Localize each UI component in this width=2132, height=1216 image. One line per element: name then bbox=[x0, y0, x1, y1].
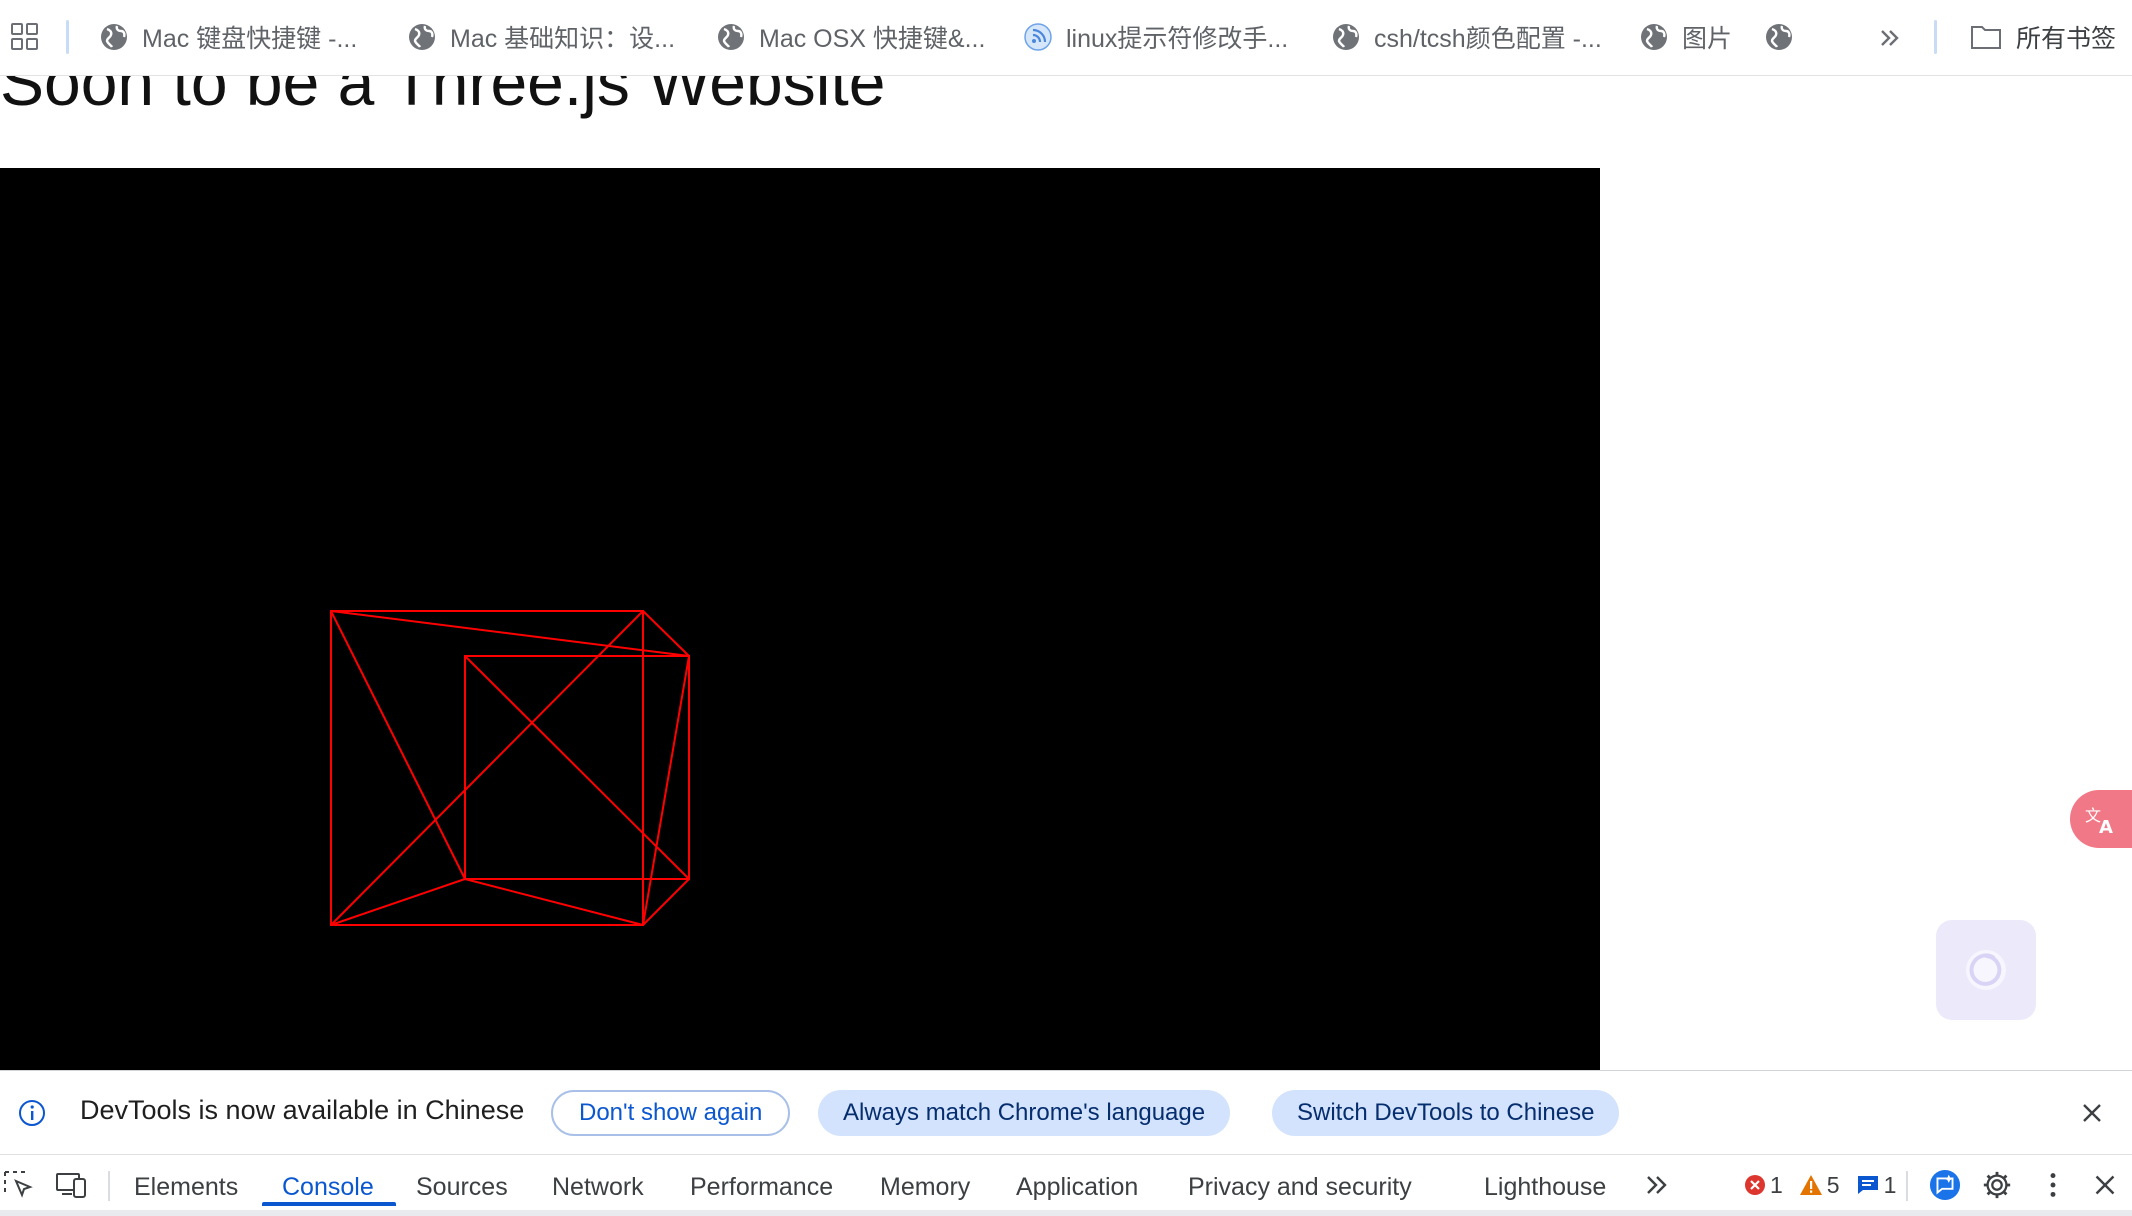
device-toolbar-icon[interactable] bbox=[54, 1169, 88, 1201]
dont-show-again-button[interactable]: Don't show again bbox=[551, 1090, 791, 1136]
globe-icon bbox=[1333, 24, 1359, 50]
bookmark-label: Mac 键盘快捷键 -... bbox=[142, 25, 358, 53]
close-icon[interactable] bbox=[2078, 1099, 2106, 1127]
bookmark-label: 图片 bbox=[1682, 25, 1733, 53]
bookmark-label: Mac 基础知识：设... bbox=[450, 25, 676, 53]
error-icon bbox=[1745, 1175, 1765, 1195]
infobar-message: DevTools is now available in Chinese bbox=[80, 1095, 525, 1125]
rss-icon bbox=[1024, 23, 1052, 51]
translate-button[interactable]: 文 A bbox=[2070, 790, 2132, 848]
active-tab-indicator bbox=[262, 1202, 396, 1206]
bookmarks-overflow-chevron-icon[interactable] bbox=[1876, 24, 1904, 52]
translate-icon: 文 A bbox=[2085, 806, 2113, 838]
globe-icon bbox=[1641, 24, 1667, 50]
globe-icon bbox=[1766, 24, 1792, 50]
wireframe-cube-render bbox=[330, 610, 690, 926]
message-icon bbox=[1857, 1176, 1878, 1194]
tab-application[interactable]: Application bbox=[1016, 1167, 1138, 1207]
tab-lighthouse[interactable]: Lighthouse bbox=[1484, 1167, 1606, 1207]
tab-console[interactable]: Console bbox=[282, 1167, 374, 1207]
tab-network[interactable]: Network bbox=[552, 1167, 644, 1207]
folder-icon bbox=[1971, 26, 2001, 49]
threejs-canvas[interactable] bbox=[0, 168, 1600, 1070]
bookmark-item[interactable]: linux提示符修改手... bbox=[1024, 18, 1288, 56]
globe-icon bbox=[101, 24, 127, 50]
bookmarks-separator bbox=[1934, 20, 1937, 54]
ai-assistance-icon[interactable] bbox=[1928, 1169, 1962, 1201]
issue-counters[interactable]: 1 5 1 bbox=[1744, 1169, 1912, 1201]
all-bookmarks-label: 所有书签 bbox=[2016, 25, 2117, 53]
tab-memory[interactable]: Memory bbox=[880, 1167, 970, 1207]
switch-to-chinese-button[interactable]: Switch DevTools to Chinese bbox=[1272, 1090, 1620, 1136]
inspect-element-icon[interactable] bbox=[2, 1169, 36, 1201]
error-count: 1 bbox=[1770, 1171, 1783, 1198]
bookmark-item[interactable]: csh/tcsh颜色配置 -... bbox=[1332, 18, 1602, 56]
warning-icon bbox=[1799, 1175, 1822, 1195]
assistant-button[interactable] bbox=[1936, 920, 2036, 1020]
assistant-logo-icon bbox=[1966, 950, 2006, 990]
bookmark-label: linux提示符修改手... bbox=[1066, 25, 1289, 53]
more-tabs-chevron-icon[interactable] bbox=[1640, 1169, 1674, 1201]
tab-elements[interactable]: Elements bbox=[134, 1167, 238, 1207]
more-options-kebab-icon[interactable] bbox=[2036, 1169, 2070, 1201]
toolbar-divider bbox=[108, 1171, 110, 1201]
tab-privacy-and-security[interactable]: Privacy and security bbox=[1188, 1167, 1412, 1207]
globe-icon bbox=[718, 24, 744, 50]
bookmark-label: Mac OSX 快捷键&... bbox=[759, 25, 986, 53]
message-count: 1 bbox=[1883, 1171, 1897, 1198]
bookmark-item[interactable]: Mac 基础知识：设... bbox=[408, 18, 675, 56]
info-icon bbox=[19, 1100, 45, 1126]
bookmark-item[interactable] bbox=[1765, 18, 1807, 56]
always-match-language-button[interactable]: Always match Chrome's language bbox=[818, 1090, 1231, 1136]
globe-icon bbox=[409, 24, 435, 50]
devtools-language-infobar: DevTools is now available in Chinese Don… bbox=[0, 1070, 2132, 1154]
bookmarks-bar: Mac 键盘快捷键 -... Mac 基础知识：设... Mac OSX 快捷键… bbox=[0, 0, 2132, 76]
apps-grid-icon[interactable] bbox=[10, 22, 40, 52]
toolbar-divider bbox=[1906, 1171, 1908, 1201]
devtools-tabbar: Elements Console Sources Network Perform… bbox=[0, 1154, 2132, 1216]
bookmark-label: csh/tcsh颜色配置 -... bbox=[1374, 25, 1602, 53]
all-bookmarks-folder[interactable]: 所有书签 bbox=[1970, 18, 2116, 56]
warning-count: 5 bbox=[1826, 1171, 1840, 1198]
settings-gear-icon[interactable] bbox=[1980, 1169, 2014, 1201]
bookmark-item[interactable]: 图片 bbox=[1640, 18, 1732, 56]
tab-sources[interactable]: Sources bbox=[416, 1167, 508, 1207]
close-devtools-icon[interactable] bbox=[2088, 1169, 2122, 1201]
tab-performance[interactable]: Performance bbox=[690, 1167, 833, 1207]
bookmark-item[interactable]: Mac 键盘快捷键 -... bbox=[100, 18, 357, 56]
devtools-panel-edge bbox=[0, 1210, 2132, 1216]
bookmark-item[interactable]: Mac OSX 快捷键&... bbox=[717, 18, 985, 56]
bookmarks-separator bbox=[66, 20, 69, 54]
svg-text:A: A bbox=[2099, 817, 2113, 838]
